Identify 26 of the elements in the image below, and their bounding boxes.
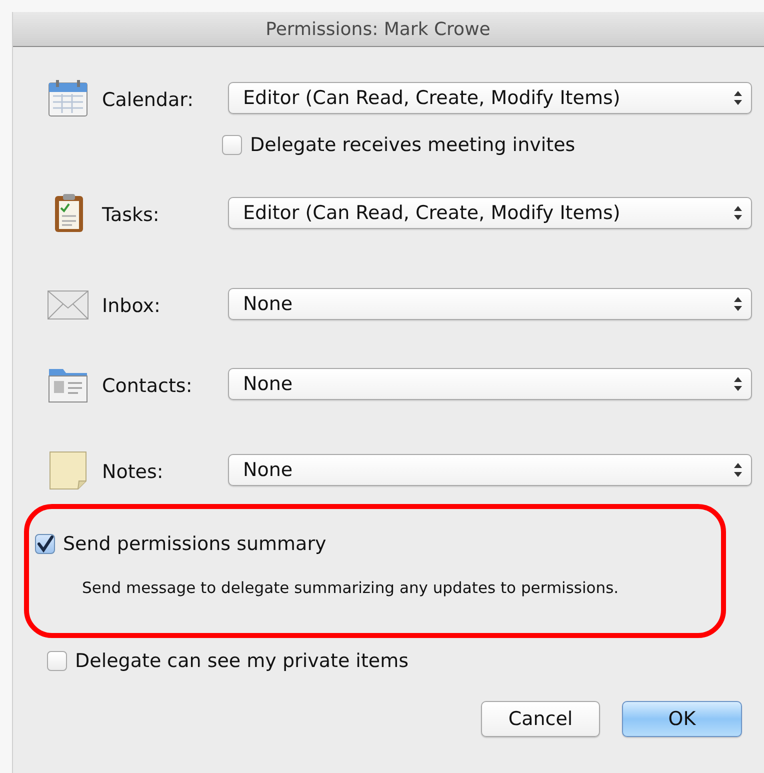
permission-select[interactable]: Editor (Can Read, Create, Modify Items) [228, 82, 752, 114]
permission-label: Calendar: [102, 88, 195, 111]
permission-label: Inbox: [102, 294, 162, 317]
description-text: Send message to delegate summarizing any updates to permissions. [81, 578, 620, 597]
ok-button[interactable]: OK [622, 701, 742, 737]
calendar-icon [46, 78, 90, 118]
window-title: Permissions: Mark Crowe [266, 18, 490, 40]
permission-select[interactable]: Editor (Can Read, Create, Modify Items) [228, 197, 752, 229]
permission-label: Notes: [102, 460, 164, 483]
permission-label: Contacts: [102, 374, 194, 397]
checkbox-label: Delegate receives meeting invites [250, 134, 576, 156]
cancel-button[interactable]: Cancel [481, 701, 600, 737]
updown-arrows-icon [733, 462, 743, 478]
checkbox-label: Send permissions summary [63, 533, 326, 555]
checkbox[interactable] [222, 135, 242, 155]
updown-arrows-icon [733, 205, 743, 221]
permission-select[interactable]: None [228, 288, 752, 320]
checkbox[interactable] [35, 534, 55, 554]
checkbox-label: Delegate can see my private items [75, 650, 408, 672]
permission-label: Tasks: [102, 203, 160, 226]
permission-select[interactable]: None [228, 454, 752, 486]
updown-arrows-icon [733, 376, 743, 392]
updown-arrows-icon [733, 90, 743, 106]
updown-arrows-icon [733, 296, 743, 312]
permission-select[interactable]: None [228, 368, 752, 400]
checkbox[interactable] [47, 651, 67, 671]
